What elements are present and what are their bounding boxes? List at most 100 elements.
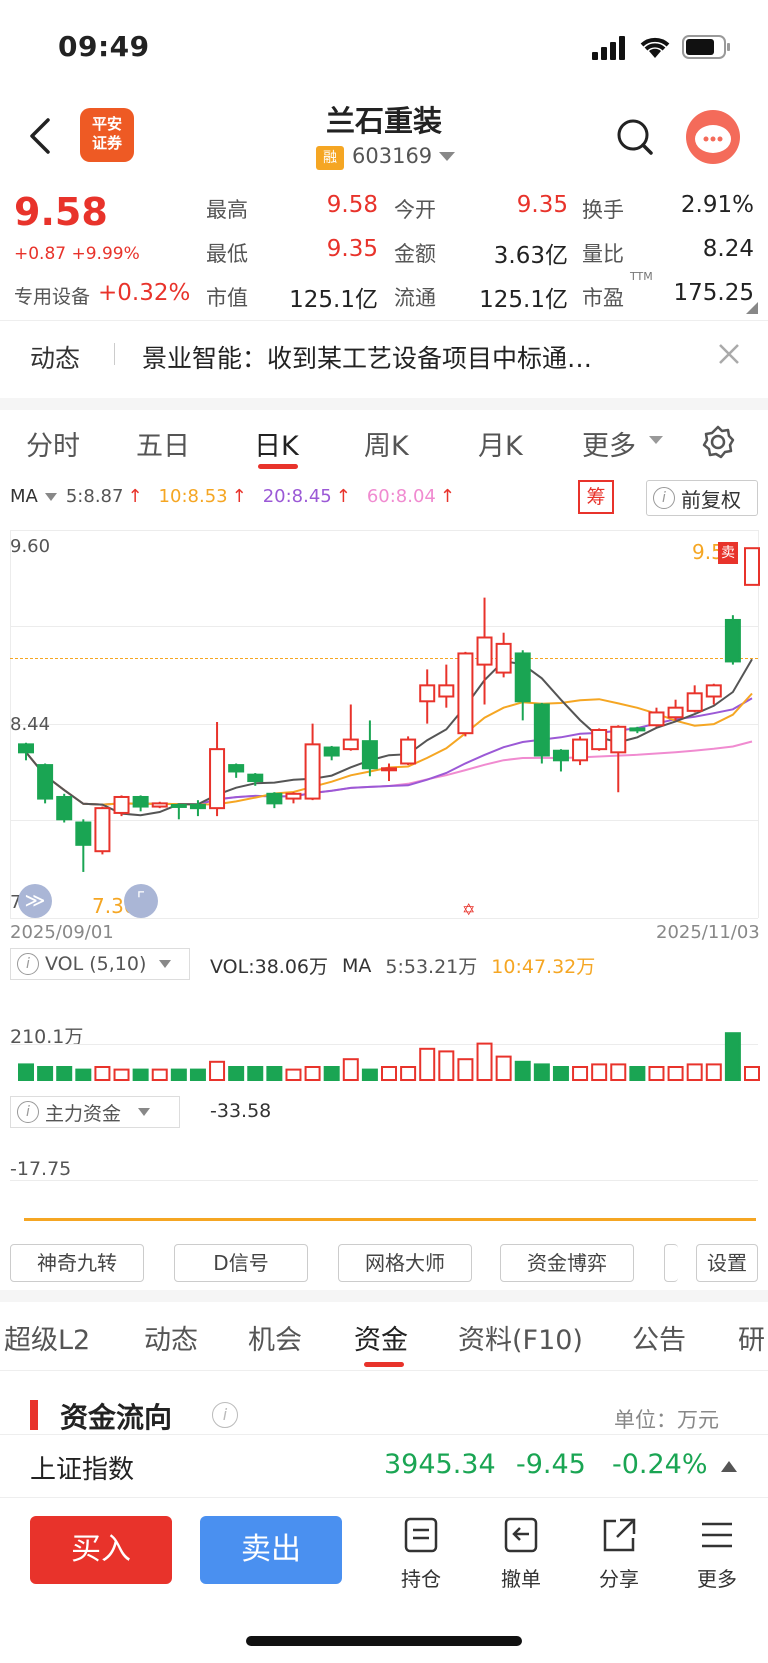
high-value: 9.58	[326, 192, 378, 218]
ma60-value: 60:8.04	[366, 486, 436, 507]
grid-master-button[interactable]: 网格大师	[338, 1244, 472, 1282]
candlestick-chart[interactable]	[0, 530, 768, 920]
ma-legend[interactable]: MA 5:8.87 ↑ 10:8.53 ↑ 20:8.45 ↑ 60:8.04 ↑	[10, 486, 455, 507]
gear-icon[interactable]	[700, 424, 736, 460]
tab-f10[interactable]: 资料(F10)	[458, 1318, 583, 1357]
event-marker-icon[interactable]: ✡	[462, 900, 475, 919]
sector-name[interactable]: 专用设备	[14, 282, 90, 309]
tab-super-l2[interactable]: 超级L2	[4, 1318, 90, 1357]
volume-bar	[151, 1068, 168, 1081]
candle	[151, 801, 168, 809]
tab-five-day[interactable]: 五日	[136, 424, 190, 463]
tab-daily-k[interactable]: 日K	[254, 424, 299, 463]
separator	[0, 1290, 768, 1302]
margin-badge: 融	[316, 146, 344, 170]
index-bar[interactable]: 上证指数 3945.34 -9.45 -0.24%	[0, 1434, 768, 1498]
vol-indicator-select[interactable]: i VOL (5,10)	[10, 948, 190, 980]
turnover-value: 2.91%	[680, 192, 754, 218]
more-button[interactable]: 更多	[682, 1516, 752, 1592]
up-arrow-icon: ↑	[231, 486, 247, 507]
buy-button[interactable]: 买入	[30, 1516, 172, 1584]
signal-icon	[592, 36, 625, 60]
stock-code-row[interactable]: 603169	[352, 144, 456, 168]
battery-icon	[682, 35, 730, 59]
magic-nine-button[interactable]: 神奇九转	[10, 1244, 144, 1282]
holdings-button[interactable]: 持仓	[386, 1516, 456, 1592]
close-icon[interactable]	[718, 343, 740, 365]
candle	[342, 704, 359, 751]
info-icon[interactable]: i	[212, 1402, 238, 1428]
chevron-down-icon	[44, 492, 57, 501]
tab-weekly-k[interactable]: 周K	[364, 424, 409, 463]
volume-bar	[266, 1066, 283, 1081]
news-bar[interactable]: 动态 景业智能：收到某工艺设备项目中标通…	[0, 320, 768, 386]
volratio-label: 量比	[582, 242, 624, 266]
tab-intraday[interactable]: 分时	[26, 424, 80, 463]
fullscreen-icon[interactable]: ⌜	[124, 884, 158, 918]
assistant-avatar[interactable]	[686, 110, 740, 164]
d-signal-button[interactable]: D信号	[174, 1244, 308, 1282]
volume-bar	[304, 1066, 321, 1081]
status-time: 09:49	[58, 30, 150, 63]
expand-left-icon[interactable]: ≫	[18, 884, 52, 918]
tab-news[interactable]: 动态	[144, 1318, 198, 1357]
share-button[interactable]: 分享	[584, 1516, 654, 1592]
flow-title: 资金流向	[60, 1401, 173, 1434]
candle	[533, 702, 550, 764]
candle	[610, 725, 627, 793]
more-label: 更多	[697, 1567, 737, 1591]
amount-value: 3.63亿	[493, 243, 568, 269]
tab-fund[interactable]: 资金	[354, 1318, 408, 1357]
stock-code: 603169	[352, 144, 433, 168]
candle	[209, 722, 226, 817]
candle	[132, 795, 149, 812]
tab-research[interactable]: 研	[738, 1318, 765, 1357]
pe-label: 市盈	[582, 286, 624, 310]
fund-label: 主力资金	[45, 1102, 122, 1125]
menu-icon	[702, 1522, 732, 1548]
share-label: 分享	[599, 1567, 639, 1591]
chat-bubble-icon	[695, 125, 731, 153]
mcap-label: 市值	[206, 286, 248, 310]
high-label: 最高	[206, 198, 248, 222]
index-name: 上证指数	[30, 1455, 135, 1485]
cancel-order-icon	[504, 1517, 538, 1553]
candle	[648, 707, 665, 727]
more-fn-button[interactable]	[664, 1244, 678, 1282]
volume-bar	[285, 1068, 302, 1081]
ma10-line	[25, 692, 753, 806]
news-tag: 动态	[30, 344, 81, 373]
cancel-order-button[interactable]: 撤单	[486, 1516, 556, 1592]
volume-bar	[37, 1066, 54, 1081]
ma5-value: 5:8.87	[65, 486, 124, 507]
pe-value: 175.25	[673, 280, 754, 306]
candle	[113, 795, 130, 817]
candle	[514, 650, 531, 721]
fund-game-button[interactable]: 资金博弈	[500, 1244, 634, 1282]
ma-label: MA	[10, 486, 38, 507]
volume-bar	[667, 1066, 684, 1081]
fund-indicator-select[interactable]: i 主力资金	[10, 1096, 180, 1128]
index-pct: -0.24%	[612, 1449, 708, 1480]
tab-monthly-k[interactable]: 月K	[478, 424, 523, 463]
candle	[400, 736, 417, 766]
settings-button[interactable]: 设置	[696, 1244, 758, 1282]
volume-bar	[381, 1066, 397, 1081]
tab-opportunity[interactable]: 机会	[248, 1318, 302, 1357]
volume-bar	[56, 1066, 73, 1081]
volume-bar	[361, 1068, 378, 1081]
chip-distribution-button[interactable]: 筹	[578, 480, 614, 514]
sell-button[interactable]: 卖出	[200, 1516, 342, 1584]
ma20-line	[25, 697, 753, 806]
adjust-toggle[interactable]: i 前复权	[646, 480, 758, 516]
volume-bar	[724, 1032, 741, 1081]
tab-announcement[interactable]: 公告	[632, 1318, 686, 1357]
price-change: +0.87 +9.99%	[14, 244, 140, 264]
chevron-down-icon	[439, 152, 456, 161]
corner-expand-icon[interactable]	[746, 302, 758, 314]
candle	[457, 651, 474, 737]
tab-more[interactable]: 更多	[582, 424, 636, 463]
open-label: 今开	[394, 198, 436, 222]
volume-chart[interactable]	[0, 980, 768, 1084]
search-icon[interactable]	[616, 118, 654, 156]
